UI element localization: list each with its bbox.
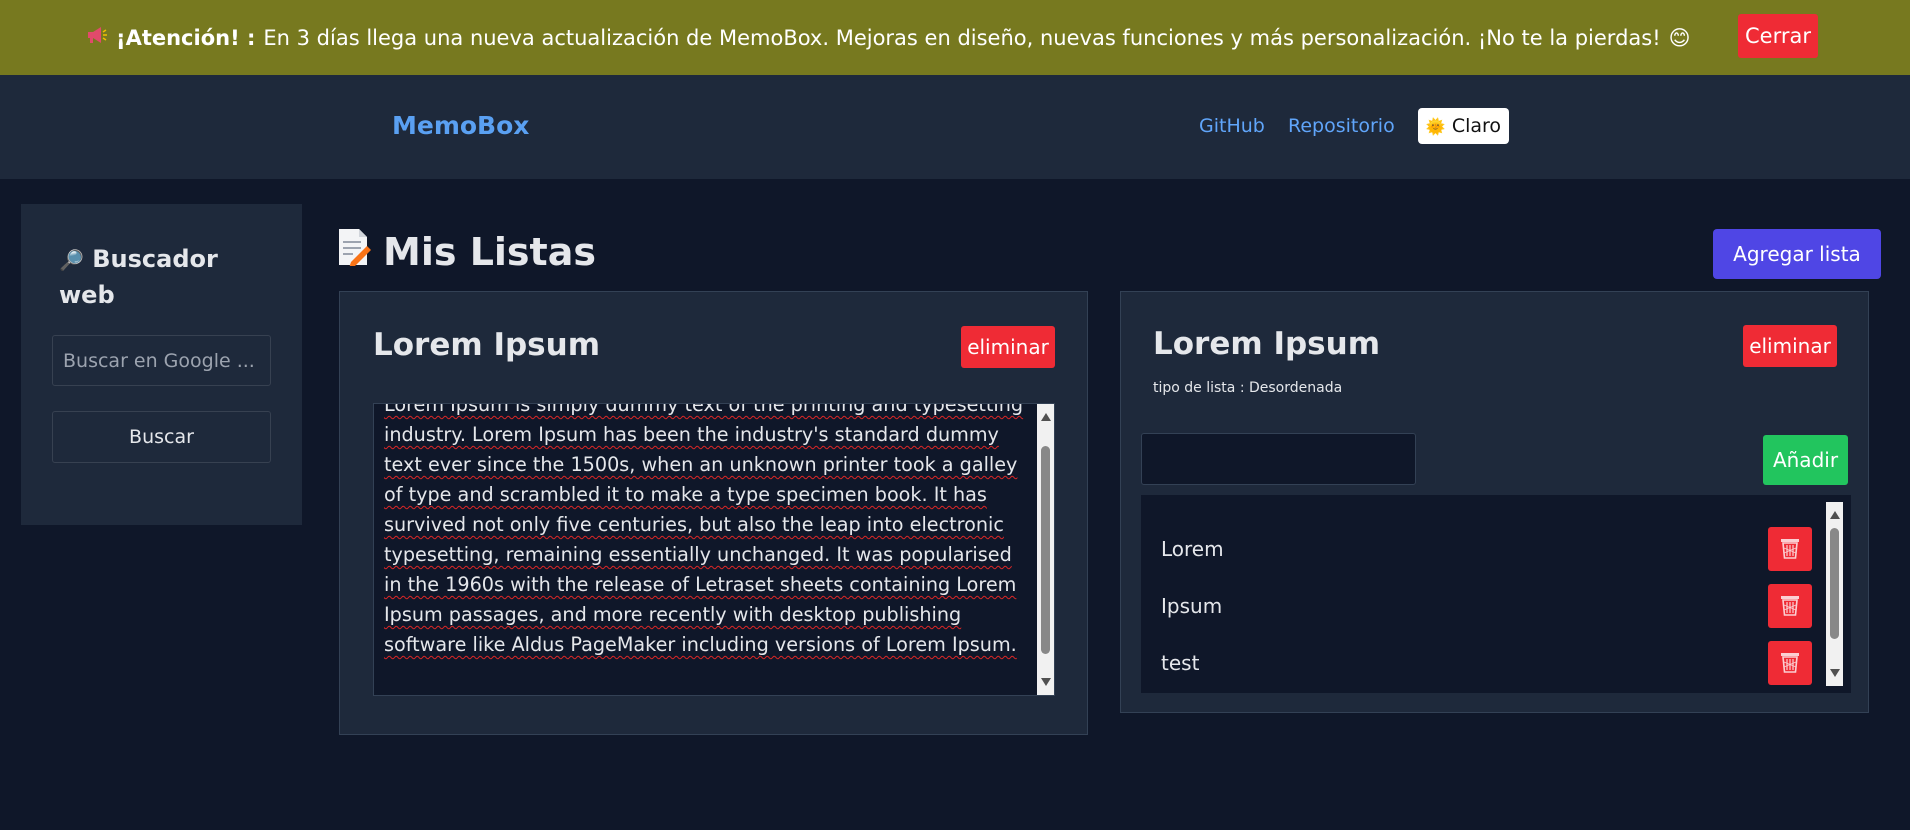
nav-link-github[interactable]: GitHub — [1199, 115, 1265, 137]
megaphone-icon — [86, 25, 108, 50]
list-title: Lorem Ipsum — [1153, 326, 1381, 362]
close-banner-button[interactable]: Cerrar — [1738, 14, 1818, 58]
trash-icon — [1779, 536, 1801, 563]
nav-link-repositorio[interactable]: Repositorio — [1288, 115, 1395, 137]
page-title: Mis Listas — [337, 228, 596, 275]
list-title: Lorem Ipsum — [373, 327, 601, 363]
search-sidebar: 🔎 Buscador web Buscar — [21, 204, 302, 525]
note-text: Lorem Ipsum is simply dummy text of the … — [384, 403, 1024, 656]
google-search-input[interactable] — [52, 335, 271, 386]
list-item-label: Ipsum — [1161, 594, 1223, 618]
theme-toggle-button[interactable]: 🌞 Claro — [1418, 108, 1509, 144]
list-item-label: Lorem — [1161, 537, 1224, 561]
announcement-banner: ¡Atención! : En 3 días llega una nueva a… — [0, 0, 1910, 75]
magnifier-icon: 🔎 — [59, 248, 84, 272]
banner-text: En 3 días llega una nueva actualización … — [263, 25, 1661, 50]
page-title-text: Mis Listas — [383, 229, 596, 274]
search-button[interactable]: Buscar — [52, 411, 271, 463]
scroll-down-arrow-icon[interactable] — [1041, 678, 1051, 686]
delete-item-button[interactable] — [1768, 641, 1812, 685]
list-item: test — [1141, 641, 1821, 687]
brand-logo[interactable]: MemoBox — [392, 111, 529, 140]
banner-prefix: ¡Atención! : — [116, 25, 256, 50]
delete-list-button[interactable]: eliminar — [961, 326, 1055, 368]
items-scrollbar[interactable] — [1826, 502, 1843, 686]
note-textarea[interactable]: Lorem Ipsum is simply dummy text of the … — [373, 403, 1055, 696]
list-item: Lorem — [1141, 527, 1821, 573]
trash-icon — [1779, 650, 1801, 677]
items-list: Lorem Ipsum test — [1141, 495, 1851, 693]
list-type-label: tipo de lista : Desordenada — [1153, 380, 1343, 396]
scroll-thumb[interactable] — [1041, 446, 1050, 654]
scroll-up-arrow-icon[interactable] — [1041, 413, 1051, 421]
add-item-button[interactable]: Añadir — [1763, 435, 1848, 485]
smile-icon: 😊 — [1668, 25, 1691, 50]
list-item: Ipsum — [1141, 584, 1821, 630]
add-list-button[interactable]: Agregar lista — [1713, 229, 1881, 279]
delete-item-button[interactable] — [1768, 527, 1812, 571]
trash-icon — [1779, 593, 1801, 620]
new-item-input[interactable] — [1141, 433, 1416, 485]
scroll-up-arrow-icon[interactable] — [1830, 511, 1840, 519]
scroll-down-arrow-icon[interactable] — [1830, 669, 1840, 677]
scroll-thumb[interactable] — [1830, 528, 1839, 639]
textarea-scrollbar[interactable] — [1037, 404, 1054, 695]
delete-item-button[interactable] — [1768, 584, 1812, 628]
sidebar-title: 🔎 Buscador web — [59, 242, 259, 313]
list-card-text: Lorem Ipsum eliminar Lorem Ipsum is simp… — [339, 291, 1088, 735]
delete-list-button[interactable]: eliminar — [1743, 325, 1837, 367]
memo-icon — [337, 228, 371, 275]
sun-icon: 🌞 — [1425, 116, 1446, 136]
theme-label: Claro — [1451, 115, 1502, 137]
navbar: MemoBox GitHub Repositorio 🌞 Claro — [0, 75, 1910, 179]
list-item-label: test — [1161, 651, 1200, 675]
banner-message: ¡Atención! : En 3 días llega una nueva a… — [86, 25, 1691, 50]
list-card-items: Lorem Ipsum eliminar tipo de lista : Des… — [1120, 291, 1869, 713]
